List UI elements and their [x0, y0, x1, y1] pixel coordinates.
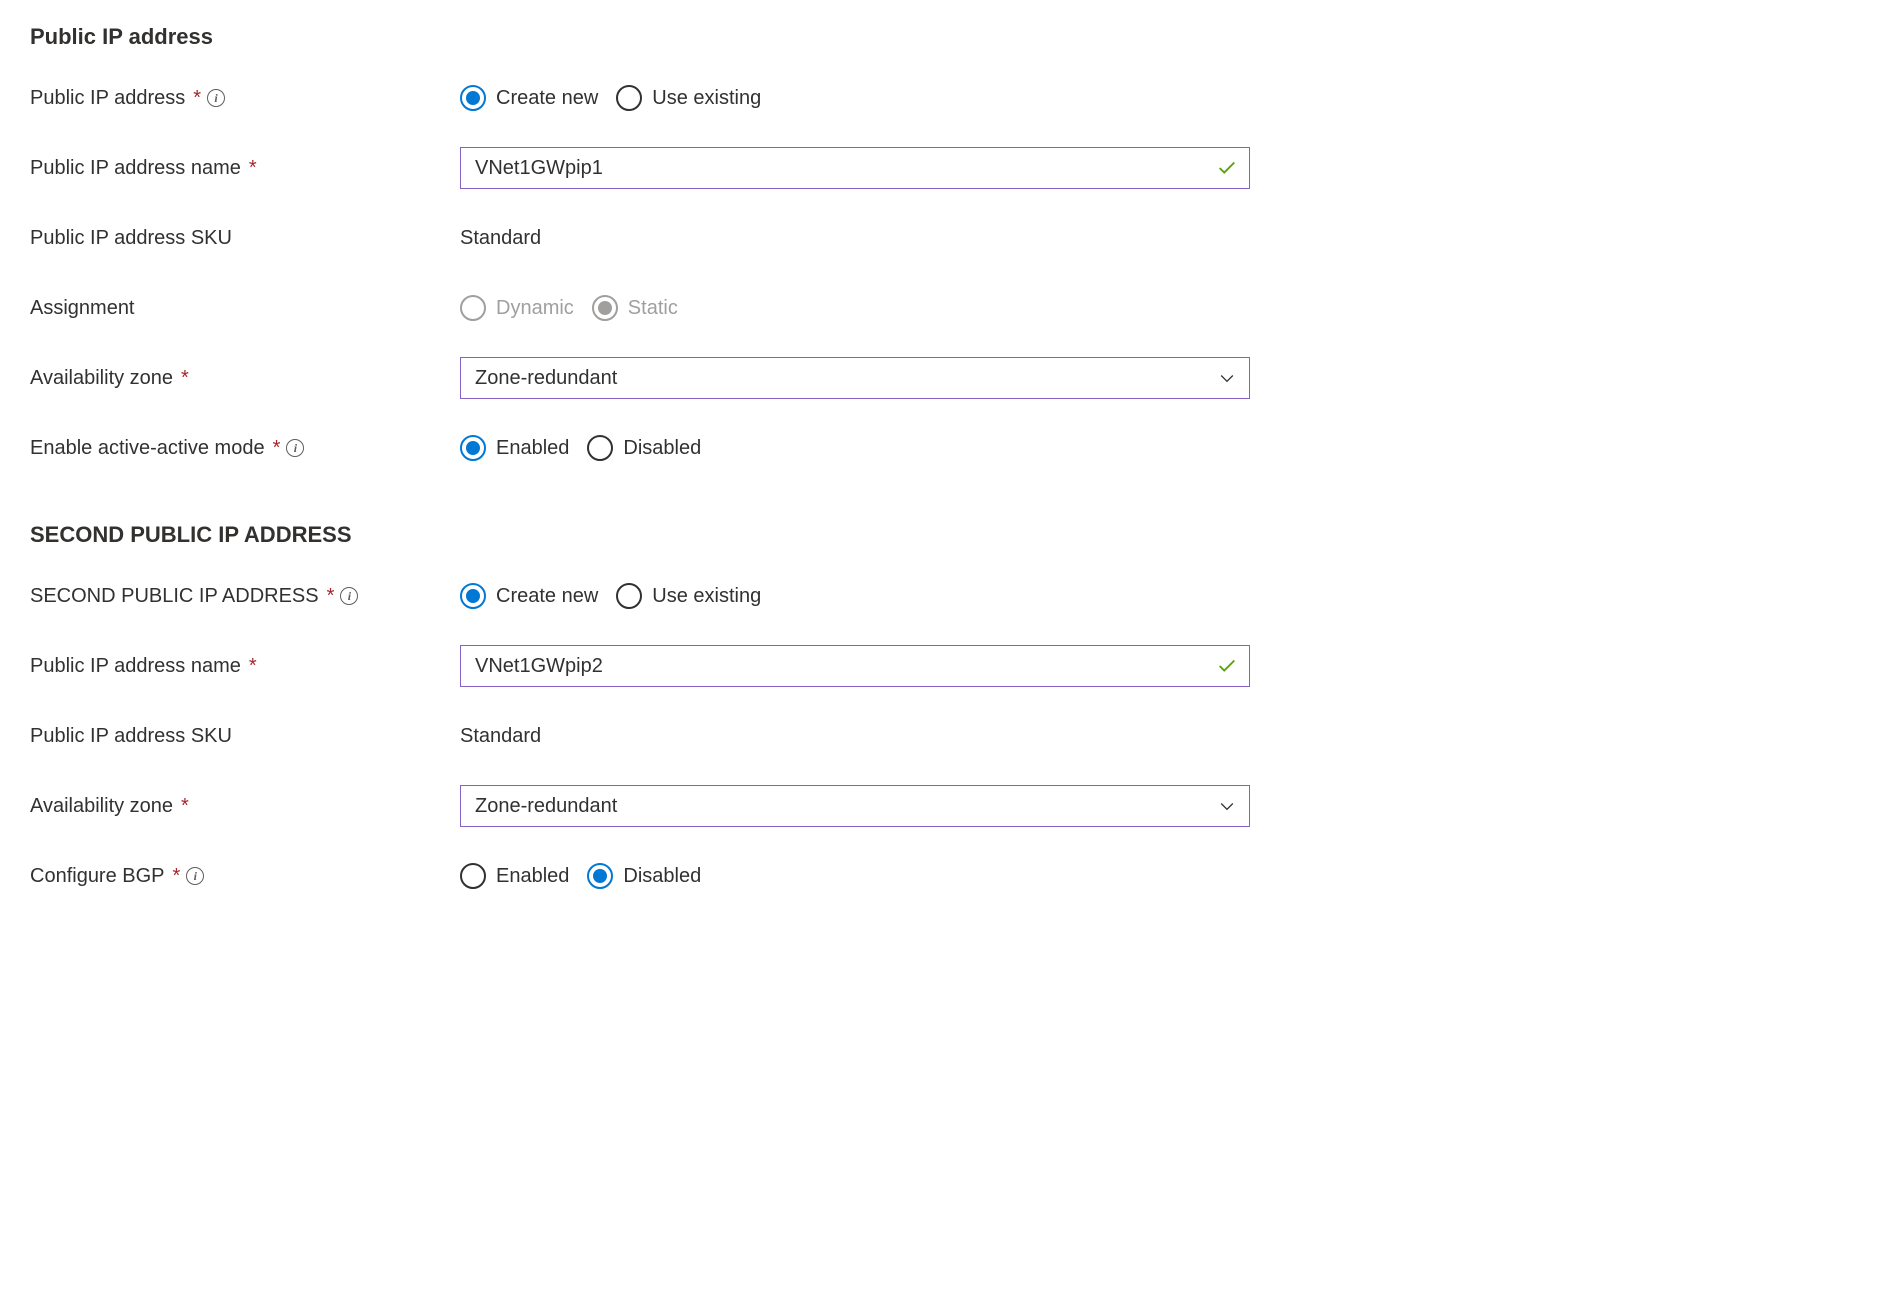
required-star: * [249, 157, 257, 180]
input-public-ip-name[interactable] [460, 147, 1250, 189]
radio-circle-icon [587, 435, 613, 461]
label-second-ip-sku: Public IP address SKU [30, 725, 232, 748]
required-star: * [327, 585, 335, 608]
info-icon[interactable]: i [340, 587, 358, 605]
radio-circle-icon [592, 295, 618, 321]
checkmark-icon [1216, 655, 1238, 677]
required-star: * [181, 367, 189, 390]
info-icon[interactable]: i [286, 439, 304, 457]
radio-circle-icon [460, 85, 486, 111]
radio-label: Create new [496, 87, 598, 110]
input-second-ip-name[interactable] [460, 645, 1250, 687]
chevron-down-icon [1217, 368, 1237, 388]
radio-circle-icon [460, 295, 486, 321]
radio-circle-icon [616, 583, 642, 609]
radio-second-ip-create-new[interactable]: Create new [460, 583, 598, 609]
radio-label: Create new [496, 585, 598, 608]
radio-label: Static [628, 297, 678, 320]
radio-public-ip-use-existing[interactable]: Use existing [616, 85, 761, 111]
radio-bgp-disabled[interactable]: Disabled [587, 863, 701, 889]
info-icon[interactable]: i [186, 867, 204, 885]
info-icon[interactable]: i [207, 89, 225, 107]
label-public-ip: Public IP address [30, 87, 185, 110]
value-public-ip-sku: Standard [460, 227, 541, 250]
radio-circle-icon [587, 863, 613, 889]
radio-label: Use existing [652, 585, 761, 608]
section-heading-second-public-ip: SECOND PUBLIC IP ADDRESS [30, 522, 1250, 548]
required-star: * [193, 87, 201, 110]
label-public-ip-sku: Public IP address SKU [30, 227, 232, 250]
select-second-availability-zone[interactable]: Zone-redundant [460, 785, 1250, 827]
radio-bgp-enabled[interactable]: Enabled [460, 863, 569, 889]
radio-label: Enabled [496, 437, 569, 460]
label-second-availability-zone: Availability zone [30, 795, 173, 818]
required-star: * [273, 437, 281, 460]
radio-label: Use existing [652, 87, 761, 110]
radio-circle-icon [460, 863, 486, 889]
radio-label: Disabled [623, 865, 701, 888]
select-availability-zone[interactable]: Zone-redundant [460, 357, 1250, 399]
radio-circle-icon [616, 85, 642, 111]
radio-public-ip-create-new[interactable]: Create new [460, 85, 598, 111]
required-star: * [181, 795, 189, 818]
required-star: * [249, 655, 257, 678]
label-active-active: Enable active-active mode [30, 437, 265, 460]
radio-label: Enabled [496, 865, 569, 888]
radio-circle-icon [460, 435, 486, 461]
radio-circle-icon [460, 583, 486, 609]
label-public-ip-name: Public IP address name [30, 157, 241, 180]
label-second-ip-name: Public IP address name [30, 655, 241, 678]
label-configure-bgp: Configure BGP [30, 865, 165, 888]
chevron-down-icon [1217, 796, 1237, 816]
select-value: Zone-redundant [475, 795, 617, 818]
radio-label: Dynamic [496, 297, 574, 320]
required-star: * [173, 865, 181, 888]
radio-label: Disabled [623, 437, 701, 460]
radio-second-ip-use-existing[interactable]: Use existing [616, 583, 761, 609]
radio-active-active-disabled[interactable]: Disabled [587, 435, 701, 461]
radio-assignment-dynamic: Dynamic [460, 295, 574, 321]
radio-assignment-static: Static [592, 295, 678, 321]
label-availability-zone: Availability zone [30, 367, 173, 390]
radio-active-active-enabled[interactable]: Enabled [460, 435, 569, 461]
section-heading-public-ip: Public IP address [30, 24, 1250, 50]
value-second-ip-sku: Standard [460, 725, 541, 748]
select-value: Zone-redundant [475, 367, 617, 390]
checkmark-icon [1216, 157, 1238, 179]
label-second-public-ip: SECOND PUBLIC IP ADDRESS [30, 585, 319, 608]
label-assignment: Assignment [30, 297, 135, 320]
